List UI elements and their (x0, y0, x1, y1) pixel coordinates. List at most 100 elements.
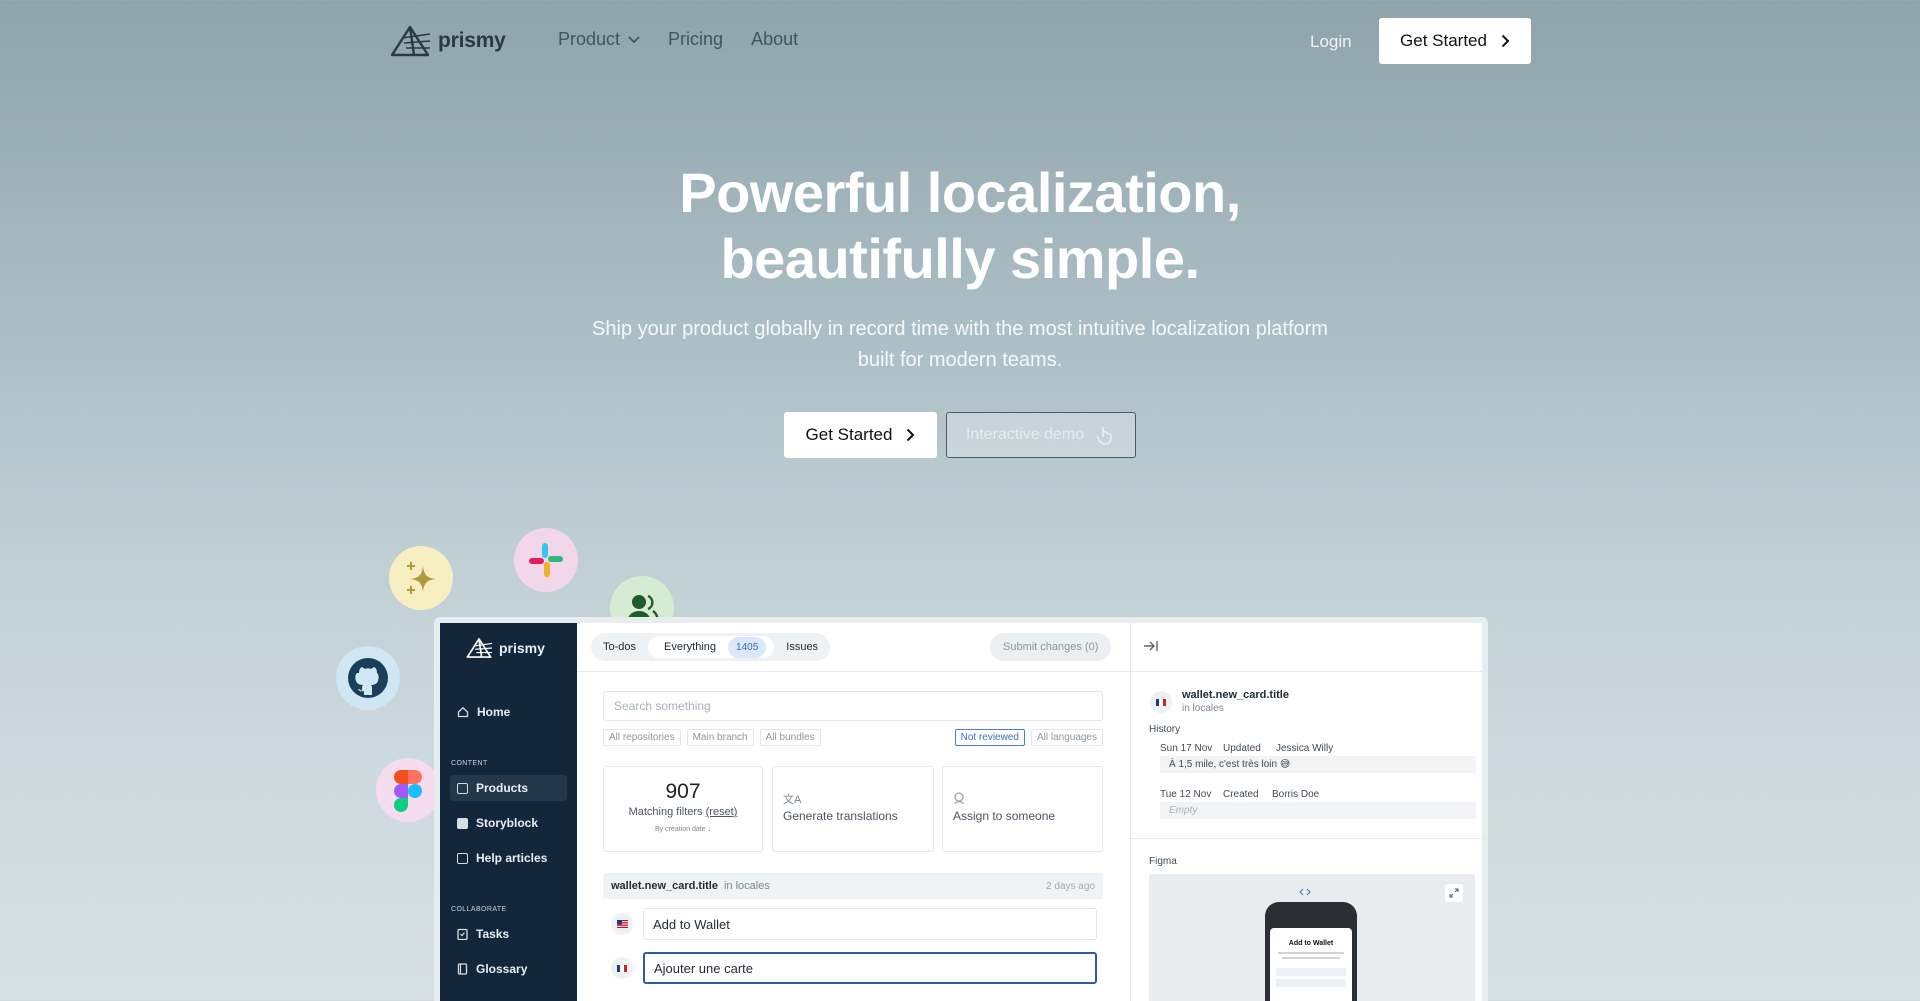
history-entry-1-action: Updated (1223, 743, 1261, 754)
assign-card[interactable]: Assign to someone (942, 766, 1103, 852)
generate-translations-card[interactable]: 文A Generate translations (772, 766, 934, 852)
app-brand: prismy (464, 637, 545, 659)
slack-integration (514, 528, 578, 592)
nav-get-started-label: Get Started (1400, 31, 1487, 50)
translation-input-fr[interactable]: Ajouter une carte (643, 952, 1097, 984)
hero-title: Powerful localization, beautifully simpl… (0, 160, 1920, 292)
generate-translations-label: Generate translations (783, 809, 898, 823)
hero-get-started-button[interactable]: Get Started (784, 412, 937, 458)
fr-flag-icon (611, 957, 633, 979)
login-link[interactable]: Login (1310, 32, 1352, 52)
filter-languages[interactable]: All languages (1030, 729, 1103, 746)
reset-link[interactable]: (reset) (706, 806, 738, 818)
phone-mockup: Add to Wallet (1265, 902, 1357, 1001)
divider (1131, 838, 1482, 839)
filter-repositories[interactable]: All repositories (603, 729, 681, 746)
tab-everything[interactable]: Everything 1405 (648, 636, 775, 658)
hero-get-started-label: Get Started (805, 425, 893, 444)
sidebar-item-label: Help articles (476, 851, 548, 865)
chevron-right-icon (907, 428, 915, 442)
translation-row-fr: Ajouter une carte (603, 947, 1103, 989)
sort-selector[interactable]: By creation date ↓ (604, 826, 762, 833)
sidebar-item-home[interactable]: Home (450, 699, 567, 725)
user-icon (954, 792, 964, 804)
sidebar-item-glossary[interactable]: Glossary (450, 956, 567, 982)
nav-product[interactable]: Product (558, 29, 640, 50)
sidebar-item-tasks[interactable]: Tasks (450, 921, 567, 947)
detail-panel: wallet.new_card.title in locales History… (1130, 623, 1482, 1001)
figma-preview[interactable]: Add to Wallet (1149, 874, 1475, 1001)
sparkle-icon (407, 562, 436, 594)
tab-everything-label: Everything (664, 641, 717, 653)
hero-subtitle-line1: Ship your product globally in record tim… (592, 318, 1328, 340)
figma-label: Figma (1149, 856, 1177, 867)
interactive-demo-label: Interactive demo (965, 426, 1085, 443)
sidebar-section-collaborate: COLLABORATE (451, 906, 507, 913)
tab-issues[interactable]: Issues (778, 636, 826, 658)
assign-label: Assign to someone (953, 809, 1056, 823)
phone-screen: Add to Wallet (1270, 928, 1352, 1001)
hero-title-line1: Powerful localization, (679, 161, 1241, 224)
storyblock-icon (457, 817, 468, 829)
app-sidebar: prismy Home CONTENT Products Storyblock … (440, 623, 577, 1001)
clipboard-icon (457, 928, 468, 940)
tab-todos[interactable]: To-dos (595, 636, 644, 658)
matching-count: 907 (665, 780, 701, 803)
nav-get-started-button[interactable]: Get Started (1379, 18, 1531, 64)
history-entry-1-user: Jessica Willy (1276, 743, 1334, 754)
nav-pricing[interactable]: Pricing (668, 29, 723, 50)
sidebar-item-label: Products (476, 781, 529, 795)
count-badge: 1405 (728, 637, 767, 658)
chevron-right-icon (1501, 34, 1510, 48)
figma-integration (376, 758, 440, 822)
slack-icon (529, 543, 563, 577)
brand-logo[interactable]: prismy (388, 24, 506, 58)
entry-key: wallet.new_card.title (611, 880, 718, 892)
github-icon (348, 658, 388, 698)
figma-icon (394, 770, 422, 812)
expand-icon[interactable] (1445, 884, 1463, 902)
translation-input-en[interactable]: Add to Wallet (643, 908, 1097, 940)
nav-product-label: Product (558, 29, 621, 49)
history-entry-2-text: Empty (1169, 805, 1198, 816)
matching-label: Matching filters (628, 806, 703, 818)
view-tabs: To-dos Everything 1405 Issues (591, 633, 831, 661)
history-entry-2-date: Tue 12 Nov (1160, 789, 1212, 800)
detail-key: wallet.new_card.title (1182, 689, 1289, 701)
sidebar-item-label: Home (477, 705, 511, 719)
history-entry-2-user: Borris Doe (1272, 789, 1320, 800)
prism-logo-icon (390, 25, 431, 57)
translate-icon: 文A (783, 794, 802, 806)
submit-changes-button[interactable]: Submit changes (0) (990, 633, 1112, 661)
book-icon (457, 963, 468, 975)
help-articles-icon (457, 852, 468, 864)
filter-bundles[interactable]: All bundles (759, 729, 821, 746)
divider (577, 671, 1130, 672)
sidebar-item-products[interactable]: Products (450, 775, 567, 801)
sidebar-item-label: Tasks (476, 927, 510, 941)
sidebar-item-label: Glossary (476, 962, 528, 976)
history-entry-1-text: À 1,5 mile, c'est très loin 😅 (1169, 759, 1291, 770)
sidebar-item-label: Storyblock (476, 816, 539, 830)
filter-branch[interactable]: Main branch (686, 729, 754, 746)
filter-not-reviewed[interactable]: Not reviewed (954, 729, 1025, 746)
app-preview: prismy Home CONTENT Products Storyblock … (434, 617, 1488, 1001)
chevron-down-icon (628, 35, 640, 43)
matching-count-card: 907 Matching filters (reset) By creation… (603, 766, 763, 852)
history-label: History (1149, 724, 1181, 735)
filter-bar: All repositories Main branch All bundles… (603, 729, 1103, 746)
translation-entry-header[interactable]: wallet.new_card.title in locales 2 days … (603, 873, 1103, 899)
interactive-demo-button[interactable]: Interactive demo (946, 412, 1136, 458)
collapse-panel-icon[interactable] (1143, 640, 1159, 652)
phone-row (1276, 968, 1346, 976)
brand-name: prismy (438, 29, 506, 52)
history-entry-1-date: Sun 17 Nov (1160, 743, 1213, 754)
ai-sparkle-integration (389, 546, 453, 610)
search-input[interactable]: Search something (603, 691, 1103, 721)
nav-about[interactable]: About (751, 29, 798, 50)
history-entry-2-box (1160, 802, 1476, 819)
sidebar-item-storyblock[interactable]: Storyblock (450, 810, 567, 836)
translation-row-en: Add to Wallet (603, 903, 1103, 945)
sidebar-item-help-articles[interactable]: Help articles (450, 845, 567, 871)
prism-logo-icon (466, 638, 493, 658)
